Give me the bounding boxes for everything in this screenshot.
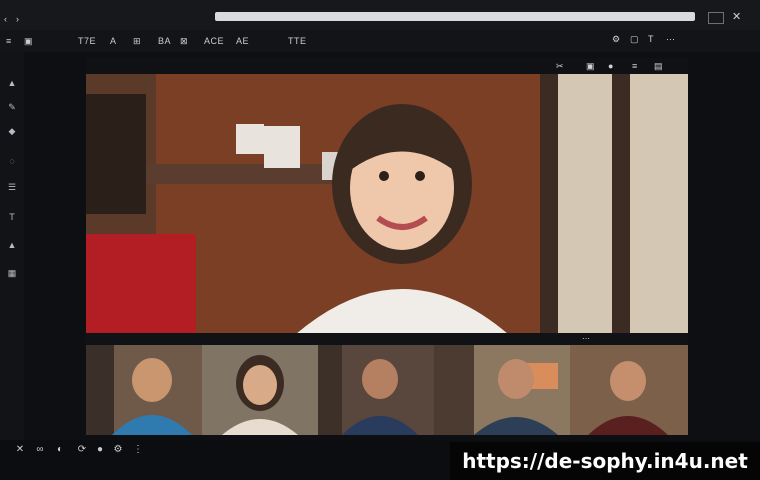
close-icon[interactable]: ✕ (732, 10, 741, 23)
copy-icon[interactable]: ▢ (630, 34, 639, 45)
participant-video-4 (434, 345, 570, 435)
shape-icon[interactable]: ◆ (6, 126, 18, 136)
main-speaker-video (86, 74, 688, 334)
link-icon[interactable]: ∞ (34, 444, 46, 456)
share-icon[interactable]: ⟳ (76, 444, 88, 456)
pointer-icon[interactable]: ▲ (6, 78, 18, 88)
participant-video-5 (570, 345, 688, 435)
crop-icon[interactable]: ✂ (556, 61, 564, 72)
watermark-url: https://de-sophy.in4u.net (450, 442, 760, 480)
layout-icon[interactable]: ▤ (654, 61, 663, 72)
gear-icon[interactable]: ⚙ (612, 34, 620, 45)
menu-item-2[interactable]: ▣ (24, 36, 33, 47)
text-tool-icon[interactable]: T (6, 212, 18, 222)
mute-icon[interactable]: ✕ (14, 444, 26, 456)
grid-icon[interactable]: ▦ (6, 268, 18, 278)
screen-icon[interactable]: ▣ (586, 61, 595, 72)
list-icon[interactable]: ≡ (632, 61, 637, 71)
menu-item-3[interactable]: T7E (78, 36, 96, 46)
dots-icon[interactable]: ⋯ (666, 34, 675, 45)
participant-tile-3[interactable] (318, 345, 434, 435)
layers-icon[interactable]: ☰ (6, 182, 18, 192)
more-icon[interactable]: ⋮ (132, 444, 144, 456)
participant-video-2 (202, 345, 318, 435)
main-video-stage (86, 74, 688, 334)
menu-item-10[interactable]: TTE (288, 36, 307, 46)
participant-video-1 (86, 345, 202, 435)
participant-tile-5[interactable] (570, 345, 688, 435)
browser-toolbar: ‹ › ✕ (0, 0, 760, 31)
back-icon[interactable]: ‹ (4, 14, 7, 24)
menu-item-7[interactable]: ⊠ (180, 36, 188, 47)
participant-strip-controls[interactable]: ⋯ (582, 334, 590, 343)
record-icon[interactable]: ● (608, 61, 613, 71)
participant-tile-2[interactable] (202, 345, 318, 435)
window-icon[interactable] (708, 12, 724, 24)
participant-strip-bar: ⋯ (86, 333, 688, 345)
record-button-icon[interactable]: ● (94, 444, 106, 456)
menu-item-8[interactable]: ACE (204, 36, 224, 46)
brush-icon[interactable]: ✎ (6, 102, 18, 112)
url-bar[interactable] (215, 12, 695, 21)
participant-video-3 (318, 345, 434, 435)
lasso-icon[interactable]: ◌ (6, 156, 18, 166)
forward-icon[interactable]: › (16, 14, 19, 24)
participant-tile-4[interactable] (434, 345, 570, 435)
left-tool-rail: ▲ ✎ ◆ ◌ ☰ T ▲ ▦ (0, 52, 24, 442)
menu-item-5[interactable]: ⊞ (133, 36, 141, 47)
app-menu-bar: ≡ ▣ T7E A ⊞ BA ⊠ ACE AE TTE ⚙ ▢ T ⋯ (0, 30, 760, 52)
menu-item-4[interactable]: A (110, 36, 117, 46)
stage-toolbar: ✂ ▣ ● ≡ ▤ (86, 58, 688, 74)
settings-icon[interactable]: ⚙ (112, 444, 124, 456)
triangle-icon[interactable]: ▲ (6, 240, 18, 250)
menu-item-9[interactable]: AE (236, 36, 249, 46)
menu-item-1[interactable]: ≡ (6, 36, 12, 46)
participant-tile-1[interactable] (86, 345, 202, 435)
menu-item-6[interactable]: BA (158, 36, 171, 46)
text-icon[interactable]: T (648, 34, 654, 44)
camera-icon[interactable]: ◐ (54, 444, 66, 456)
